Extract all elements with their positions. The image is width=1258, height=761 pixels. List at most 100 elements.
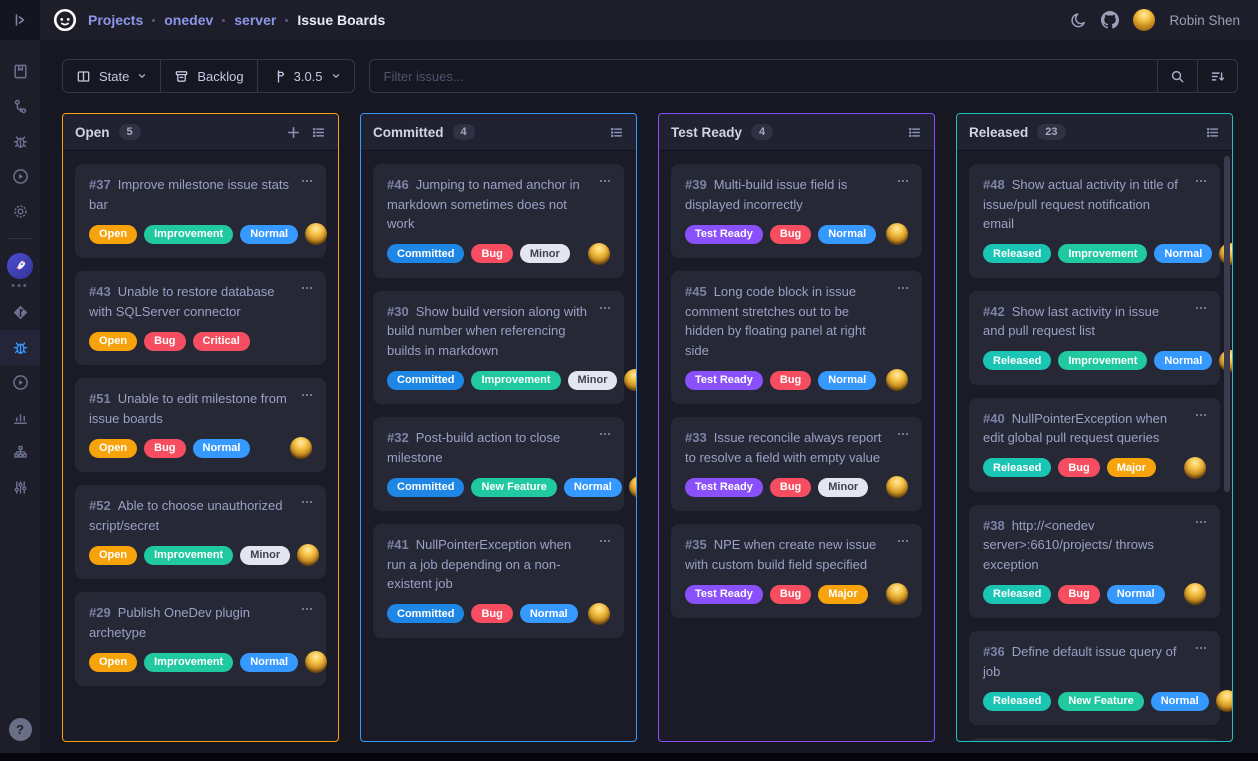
issue-card[interactable]: #33Issue reconcile always report to reso… [671,417,922,511]
add-card-button[interactable] [286,125,301,140]
issue-card[interactable]: #42Show last activity in issue and pull … [969,291,1220,385]
user-name[interactable]: Robin Shen [1169,13,1240,28]
search-button[interactable] [1157,60,1197,92]
issue-number: #46 [387,177,409,192]
card-menu-button[interactable] [598,301,612,315]
sidebar-item-hierarchy[interactable] [0,435,40,470]
board-column: Open 5 #37Improve milestone issue stats … [62,113,339,742]
breadcrumb-projects[interactable]: Projects [88,12,143,28]
issue-label: Bug [144,439,185,458]
sidebar-item-pull-requests[interactable] [0,89,40,124]
github-icon[interactable] [1101,11,1119,29]
filter-issues-input[interactable] [370,60,1157,92]
assignee-avatar[interactable] [886,223,908,245]
card-menu-button[interactable] [896,281,910,295]
user-avatar[interactable] [1133,9,1155,31]
issue-card[interactable]: #30Show build version along with build n… [373,291,624,405]
card-menu-button[interactable] [1194,408,1208,422]
breadcrumb-server[interactable]: server [234,12,276,28]
assignee-avatar[interactable] [297,544,319,566]
state-dropdown-button[interactable]: State [63,60,161,92]
issue-card[interactable]: #41NullPointerException when run a job d… [373,524,624,638]
issue-label: Minor [818,478,868,497]
card-menu-button[interactable] [598,534,612,548]
issue-card[interactable]: #36Define default issue query of job Rel… [969,631,1220,725]
milestone-dropdown-button[interactable]: 3.0.5 [258,60,354,92]
issue-card[interactable]: #40NullPointerException when edit global… [969,398,1220,492]
card-menu-button[interactable] [1194,515,1208,529]
column-menu-button[interactable] [311,125,326,140]
breadcrumb-onedev[interactable]: onedev [164,12,213,28]
column-count-badge: 5 [119,124,141,140]
assignee-avatar[interactable] [588,603,610,625]
card-menu-button[interactable] [896,427,910,441]
sidebar-item-settings[interactable] [0,470,40,505]
backlog-button[interactable]: Backlog [161,60,257,92]
assignee-avatar[interactable] [886,476,908,498]
assignee-avatar[interactable] [1184,457,1206,479]
assignee-avatar[interactable] [629,476,636,498]
card-menu-button[interactable] [896,534,910,548]
sidebar-item-code[interactable] [0,295,40,330]
assignee-avatar[interactable] [886,583,908,605]
issue-card[interactable]: #46Jumping to named anchor in markdown s… [373,164,624,278]
card-menu-button[interactable] [300,495,314,509]
moon-icon[interactable] [1070,12,1087,29]
assignee-avatar[interactable] [1184,583,1206,605]
issue-label: Improvement [144,653,233,672]
issue-card[interactable]: #48Show actual activity in title of issu… [969,164,1220,278]
issue-card[interactable]: #34Display open milestones first when ch… [969,738,1220,741]
sidebar-item-builds[interactable] [0,159,40,194]
card-menu-button[interactable] [300,602,314,616]
card-menu-button[interactable] [896,174,910,188]
issue-label: Released [983,351,1051,370]
column-menu-button[interactable] [609,125,624,140]
sidebar-project-avatar[interactable] [0,248,40,283]
card-menu-button[interactable] [1194,301,1208,315]
assignee-avatar[interactable] [290,437,312,459]
card-menu-button[interactable] [1194,174,1208,188]
issue-card[interactable]: #29Publish OneDev plugin archetype OpenI… [75,592,326,686]
sidebar-toggle-button[interactable] [0,0,40,40]
board: Open 5 #37Improve milestone issue stats … [40,93,1258,742]
card-menu-button[interactable] [300,388,314,402]
issue-card[interactable]: #37Improve milestone issue stats bar Ope… [75,164,326,258]
card-menu-button[interactable] [598,427,612,441]
sidebar-more-ellipsis-icon[interactable]: ••• [11,283,29,295]
column-header: Open 5 [63,114,338,151]
sidebar-item-project-issues[interactable] [0,330,40,365]
onedev-logo[interactable] [52,7,78,33]
assignee-avatar[interactable] [305,223,327,245]
help-button[interactable]: ? [9,718,32,741]
sidebar-item-stats[interactable] [0,400,40,435]
issue-card[interactable]: #39Multi-build issue field is displayed … [671,164,922,258]
issue-card[interactable]: #45Long code block in issue comment stre… [671,271,922,404]
saved-queries-toggle-button[interactable] [1197,60,1237,92]
milestone-dropdown-label: 3.0.5 [294,69,323,84]
horizontal-scrollbar-track[interactable] [0,753,1258,761]
issue-card[interactable]: #32Post-build action to close milestone … [373,417,624,511]
sidebar-item-issues[interactable] [0,124,40,159]
issue-card[interactable]: #38http://<onedev server>:6610/projects/… [969,505,1220,619]
assignee-avatar[interactable] [588,243,610,265]
assignee-avatar[interactable] [886,369,908,391]
column-menu-button[interactable] [1205,125,1220,140]
card-menu-button[interactable] [1194,641,1208,655]
issue-card[interactable]: #52Able to choose unauthorized script/se… [75,485,326,579]
column-scrollbar[interactable] [1224,156,1230,492]
issue-title: Show last activity in issue and pull req… [983,304,1159,339]
sidebar-item-project-builds[interactable] [0,365,40,400]
column-menu-button[interactable] [907,125,922,140]
issue-card[interactable]: #35NPE when create new issue with custom… [671,524,922,618]
card-menu-button[interactable] [598,174,612,188]
assignee-avatar[interactable] [1216,690,1232,712]
issue-card[interactable]: #51Unable to edit milestone from issue b… [75,378,326,472]
issue-title-row: #40NullPointerException when edit global… [983,409,1206,448]
sidebar-item-administration[interactable] [0,194,40,229]
card-menu-button[interactable] [300,281,314,295]
assignee-avatar[interactable] [624,369,636,391]
card-menu-button[interactable] [300,174,314,188]
issue-card[interactable]: #43Unable to restore database with SQLSe… [75,271,326,365]
sidebar-item-projects[interactable] [0,54,40,89]
assignee-avatar[interactable] [305,651,327,673]
